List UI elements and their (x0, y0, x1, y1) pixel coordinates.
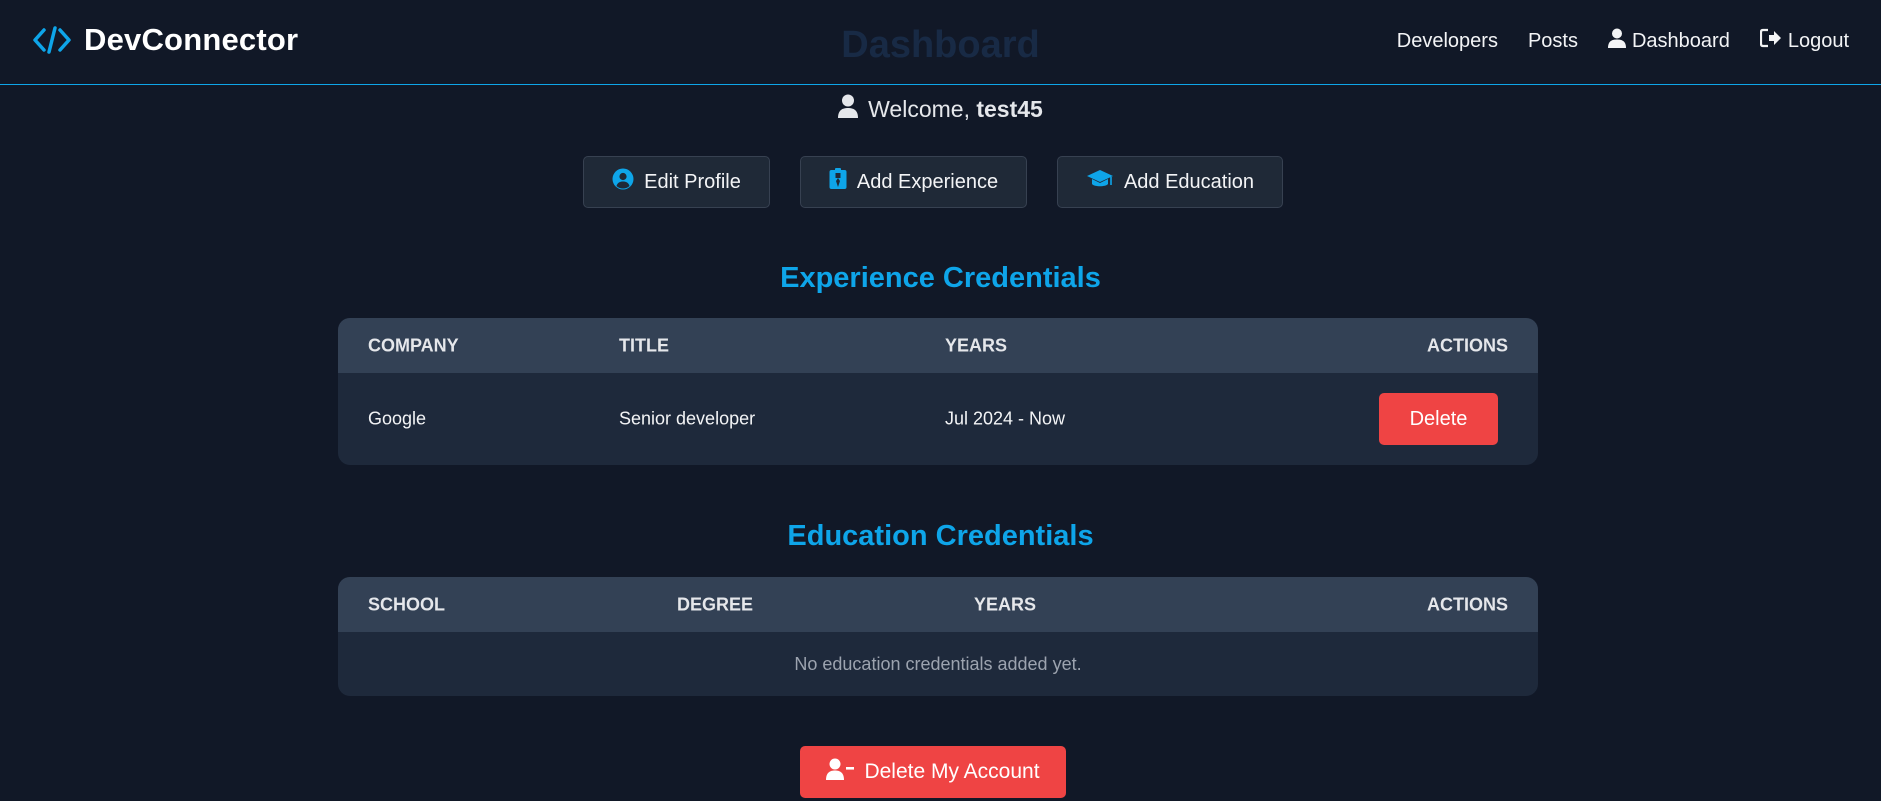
add-education-label: Add Education (1123, 170, 1255, 193)
column-header: ACTIONS (1427, 594, 1508, 614)
add-experience-button[interactable]: Add Experience (800, 156, 1027, 208)
nav-links: Developers Posts Dashboard Logout (1397, 28, 1849, 54)
user-icon (838, 94, 859, 124)
id-badge-icon (829, 168, 847, 196)
column-header: DEGREE (677, 594, 754, 614)
user-minus-icon (826, 758, 855, 786)
edit-profile-button[interactable]: Edit Profile (583, 156, 770, 208)
sign-out-icon (1759, 28, 1782, 54)
nav-link-label: Logout (1787, 29, 1849, 52)
education-table: SCHOOL DEGREE YEARS ACTIONS No education… (338, 577, 1538, 696)
education-heading: Education Credentials (787, 520, 1094, 552)
column-header: SCHOOL (368, 594, 446, 614)
experience-table: COMPANY TITLE YEARS ACTIONS Google Senio… (338, 318, 1538, 465)
nav-link-label: Posts (1527, 29, 1578, 52)
delete-account-label: Delete My Account (864, 760, 1040, 783)
dashboard-actions: Edit Profile Add Experience Add Educatio… (0, 156, 1881, 208)
username: test45 (976, 95, 1043, 122)
graduation-cap-icon (1086, 168, 1114, 196)
column-header: YEARS (945, 335, 1008, 355)
experience-heading: Experience Credentials (780, 262, 1101, 294)
welcome-prefix: Welcome, (868, 95, 970, 122)
nav-link-label: Dashboard (1631, 29, 1730, 52)
column-header: TITLE (619, 335, 669, 355)
cell-title: Senior developer (619, 408, 756, 429)
cell-company: Google (368, 408, 427, 429)
column-header: COMPANY (368, 335, 459, 355)
cell-years: Jul 2024 - Now (945, 408, 1066, 429)
delete-account-button[interactable]: Delete My Account (800, 746, 1066, 798)
column-header: YEARS (974, 594, 1037, 614)
user-circle-icon (612, 168, 634, 196)
user-icon (1607, 28, 1626, 54)
table-row: Google Senior developer Jul 2024 - Now D… (338, 373, 1538, 465)
table-header: COMPANY TITLE YEARS ACTIONS (338, 318, 1538, 373)
nav-link-dashboard[interactable]: Dashboard (1607, 28, 1730, 54)
add-education-button[interactable]: Add Education (1057, 156, 1283, 208)
add-experience-label: Add Experience (856, 170, 999, 193)
edit-profile-label: Edit Profile (644, 170, 741, 193)
nav-link-posts[interactable]: Posts (1528, 30, 1578, 53)
welcome-message: Welcome, test45 (0, 94, 1881, 124)
table-header: SCHOOL DEGREE YEARS ACTIONS (338, 577, 1538, 632)
nav-link-developers[interactable]: Developers (1397, 30, 1498, 53)
navbar: DevConnector Dashboard Developers Posts … (0, 0, 1881, 85)
nav-link-label: Developers (1396, 29, 1498, 52)
column-header: ACTIONS (1427, 335, 1508, 355)
nav-link-logout[interactable]: Logout (1759, 28, 1849, 54)
empty-state: No education credentials added yet. (794, 653, 1082, 674)
delete-experience-button[interactable]: Delete (1379, 393, 1498, 445)
